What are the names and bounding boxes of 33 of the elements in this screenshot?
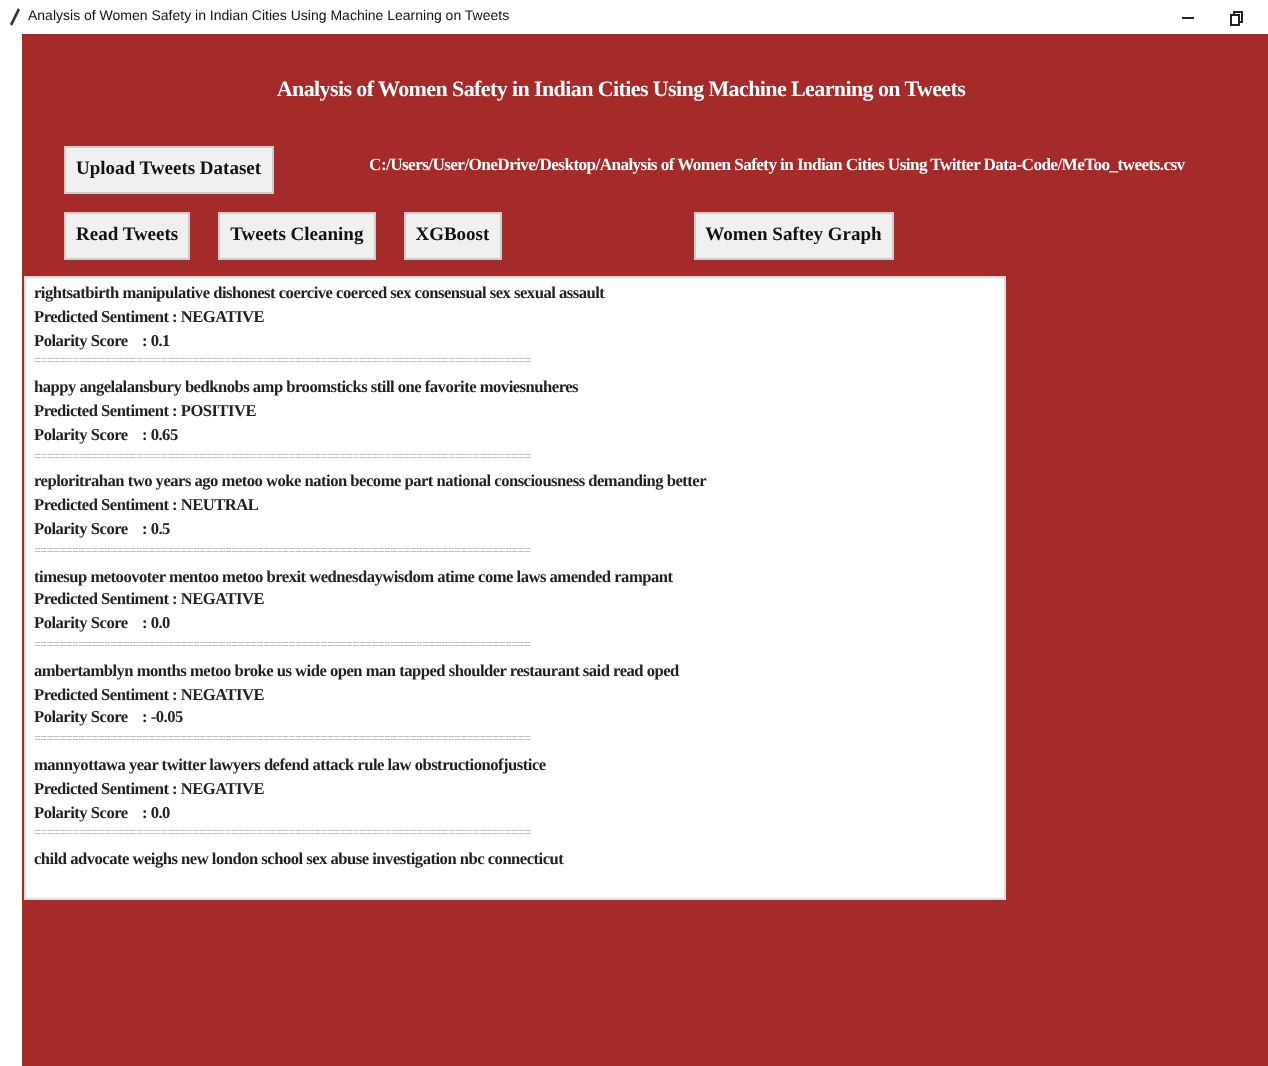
sentiment-line: Predicted Sentiment : NEGATIVE: [34, 683, 267, 707]
graph-button[interactable]: Women Saftey Graph: [693, 212, 894, 260]
tweet-text: rightsatbirth manipulative dishonest coercive coerced sex consensual sex sexual assault: [34, 282, 607, 306]
score-value: : 0.65: [142, 423, 178, 448]
upload-button[interactable]: Upload Tweets Dataset: [64, 146, 274, 194]
tweet-text: timesup metoovoter mentoo metoo brexit wednesdaywisdom atime come laws amended rampant: [34, 565, 675, 589]
score-value: : 0.0: [142, 612, 170, 636]
file-path: C:/Users/User/OneDrive/Desktop/Analysis of Women Safety in Indian Cities Using Twitter Data-Code/MeToo_tweets.csv: [369, 154, 1185, 174]
score-value: : 0.1: [142, 329, 170, 353]
sentiment-line: Predicted Sentiment : NEGATIVE: [34, 777, 267, 802]
score-label: Polarity Score: [34, 706, 130, 731]
sentiment-line: Predicted Sentiment : NEUTRAL: [34, 494, 261, 518]
action-button[interactable]: Read Tweets: [64, 212, 191, 260]
score-label: Polarity Score: [34, 517, 130, 542]
tweet-text: child advocate weighs new london school sex abuse investigation nbc connecticut: [34, 848, 566, 872]
restore-icon[interactable]: [1228, 9, 1244, 25]
tweet-text: happy angelalansbury bedknobs amp broomsticks still one favorite moviesnuheres: [34, 376, 581, 400]
sentiment-line: Predicted Sentiment : NEGATIVE: [34, 588, 267, 613]
tweet-text: ambertamblyn months metoo broke us wide open man tapped shoulder restaurant said read oped: [34, 659, 681, 684]
app-heading: Analysis of Women Safety in Indian Cities Using Machine Learning on Tweets: [274, 78, 968, 102]
sentiment-line: Predicted Sentiment : POSITIVE: [34, 399, 259, 424]
tweet-text: reploritrahan two years ago metoo woke nation become part national consciousness demanding better: [34, 470, 709, 495]
sentiment-line: Predicted Sentiment : NEGATIVE: [34, 305, 267, 330]
tweet-text: mannyottawa year twitter lawyers defend attack rule law obstructionofjustice: [34, 753, 548, 778]
score-value: : -0.05: [142, 706, 183, 731]
score-label: Polarity Score: [34, 423, 130, 448]
action-button[interactable]: XGBoost: [403, 212, 502, 260]
score-value: : 0.0: [142, 801, 170, 825]
score-label: Polarity Score: [34, 801, 130, 825]
score-label: Polarity Score: [34, 612, 130, 636]
score-value: : 0.5: [142, 517, 170, 542]
score-label: Polarity Score: [34, 329, 130, 353]
action-button[interactable]: Tweets Cleaning: [218, 212, 376, 260]
